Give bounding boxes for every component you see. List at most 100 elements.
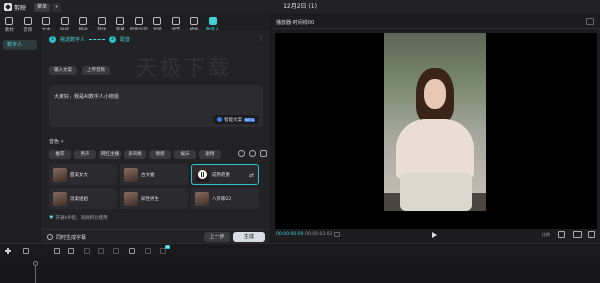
swap-icon[interactable]: ⇄: [249, 172, 254, 179]
panel-footer: 同时生成字幕 上一步 生成: [41, 229, 270, 243]
left-sidebar: 数字人: [0, 38, 40, 243]
script-text: 大家好，我是AI数字人小晓姐: [54, 94, 119, 100]
voice-card[interactable]: 知性男生: [120, 188, 188, 209]
voice-name: 古文雅: [141, 172, 155, 178]
effects-icon: [79, 17, 88, 25]
select-cursor-icon[interactable]: [23, 248, 29, 254]
add-track-icon[interactable]: [5, 248, 11, 254]
toolbar-item-media[interactable]: 素材: [0, 14, 19, 38]
voice-name: 温柔姐姐: [70, 196, 88, 202]
digital-human-preview-image: [384, 33, 486, 211]
smart-pack-icon: [134, 17, 143, 25]
subtitle-icon: [116, 17, 125, 25]
text-icon: [42, 17, 51, 25]
timecode-total: 00:00:02:02: [305, 232, 333, 237]
tab-input-script[interactable]: 输入文案: [49, 66, 77, 75]
toolbar-label: 素材: [4, 28, 14, 33]
search-icon[interactable]: [238, 150, 245, 157]
toolbar-label: 音频: [23, 28, 33, 33]
fullscreen-icon[interactable]: [588, 231, 595, 238]
subtitle-sync-label: 同时生成字幕: [56, 235, 87, 241]
script-textarea[interactable]: 大家好，我是AI数字人小晓姐 智能文案 BETA: [49, 85, 263, 127]
smart-script-button[interactable]: 智能文案 BETA: [213, 115, 259, 124]
voice-name: 八卦聊22: [212, 196, 232, 202]
beta-badge: BETA: [244, 117, 255, 122]
toolbar-item-audio[interactable]: 音频: [19, 14, 38, 38]
sparkle-icon: [217, 117, 223, 122]
voice-title-label: 音色: [49, 139, 60, 145]
input-mode-tabs: 输入文案 上传音频: [49, 66, 110, 75]
voice-tools: [238, 150, 267, 157]
voice-name: 成熟稳重: [212, 172, 230, 178]
adjust-icon: [171, 17, 180, 25]
settings-icon[interactable]: [260, 150, 267, 157]
voice-name: 甜美女大: [70, 172, 88, 178]
filter-icon: [153, 17, 162, 25]
digital-human-icon: [208, 17, 217, 25]
tab-upload-audio[interactable]: 上传音频: [82, 66, 110, 75]
trim-right-icon[interactable]: [113, 248, 119, 254]
subtitle-sync-radio[interactable]: [47, 234, 53, 240]
voice-cat-recommended[interactable]: 推荐: [49, 150, 71, 159]
aspect-icon[interactable]: [573, 231, 582, 238]
ratio-label[interactable]: 比例: [542, 232, 550, 238]
top-shape: [396, 119, 474, 179]
voice-card[interactable]: 八卦聊22: [191, 188, 259, 209]
marker-icon[interactable]: [145, 248, 151, 254]
redo-icon[interactable]: [68, 248, 74, 254]
player-menu-icon[interactable]: [586, 18, 594, 25]
trim-left-icon[interactable]: [98, 248, 104, 254]
player-title: 播放器-时间线00: [276, 20, 315, 26]
menu-button[interactable]: 菜单: [34, 2, 51, 12]
face-shape: [424, 79, 446, 109]
title-bar: 剪映 菜单 ▾: [0, 0, 600, 14]
step-1-label[interactable]: 挑选数字人: [60, 36, 85, 43]
chevron-down-icon[interactable]: ▾: [52, 2, 62, 12]
timeline-toolbar: AI: [0, 243, 600, 258]
voice-grid: 甜美女大 古文雅 成熟稳重 ⇄ 温柔姐姐 知性男生 八卦聊22: [49, 164, 267, 209]
split-icon[interactable]: [84, 248, 90, 254]
sidebar-item-digital-human[interactable]: 数字人: [3, 40, 37, 50]
play-icon[interactable]: [432, 232, 437, 238]
voice-avatar: [53, 167, 67, 182]
timecode-toggle-icon[interactable]: [334, 232, 340, 237]
voice-cat-entertainment[interactable]: 娱乐: [174, 150, 196, 159]
sticker-icon: [60, 17, 69, 25]
generate-button[interactable]: 生成: [233, 232, 265, 242]
voice-cat-male[interactable]: 男声: [74, 150, 96, 159]
timeline-area[interactable]: [0, 258, 600, 283]
pause-icon[interactable]: [198, 170, 207, 179]
watermark-text: 天极下载: [136, 56, 232, 80]
undo-icon[interactable]: [54, 248, 60, 254]
vip-tip-text: 开通VIP后，消耗积分使用: [55, 216, 108, 221]
add-icon[interactable]: [249, 150, 256, 157]
voice-cat-multi-style[interactable]: 多风格: [124, 150, 146, 159]
app-name: 剪映: [14, 4, 27, 12]
voice-card[interactable]: 温柔姐姐: [49, 188, 117, 209]
player-header: 播放器-时间线00: [272, 16, 600, 29]
voice-card[interactable]: 古文雅: [120, 164, 188, 185]
voice-avatar: [195, 191, 209, 206]
voice-cat-influencer[interactable]: 网红主播: [99, 150, 121, 159]
voice-cat-emotion[interactable]: 情感: [149, 150, 171, 159]
capcut-logo-icon: [4, 3, 12, 11]
voice-card[interactable]: 甜美女大: [49, 164, 117, 185]
collapse-panel-icon[interactable]: ⋮: [258, 35, 264, 42]
template-icon: [190, 17, 199, 25]
chevron-down-icon: ▾: [61, 138, 64, 145]
media-icon: [5, 17, 14, 25]
ai-badge: AI: [165, 245, 171, 249]
audio-icon: [23, 17, 32, 25]
delete-icon[interactable]: [129, 248, 135, 254]
step-2-label: 配音: [120, 37, 131, 43]
voice-card-selected[interactable]: 成熟稳重 ⇄: [191, 164, 259, 185]
voice-section-title[interactable]: 音色 ▾: [49, 138, 64, 146]
previous-step-button[interactable]: 上一步: [204, 232, 230, 242]
fit-icon[interactable]: [558, 231, 565, 238]
video-preview[interactable]: [275, 33, 597, 229]
app-logo: 剪映: [4, 3, 26, 12]
voice-avatar: [124, 167, 138, 182]
step-1-number: 1: [49, 36, 56, 43]
digital-human-panel: 1 挑选数字人 2 配音 ⋮ 天极下载 输入文案 上传音频 大家好，我是AI数字…: [41, 30, 270, 243]
voice-cat-drama[interactable]: 剧情: [199, 150, 221, 159]
